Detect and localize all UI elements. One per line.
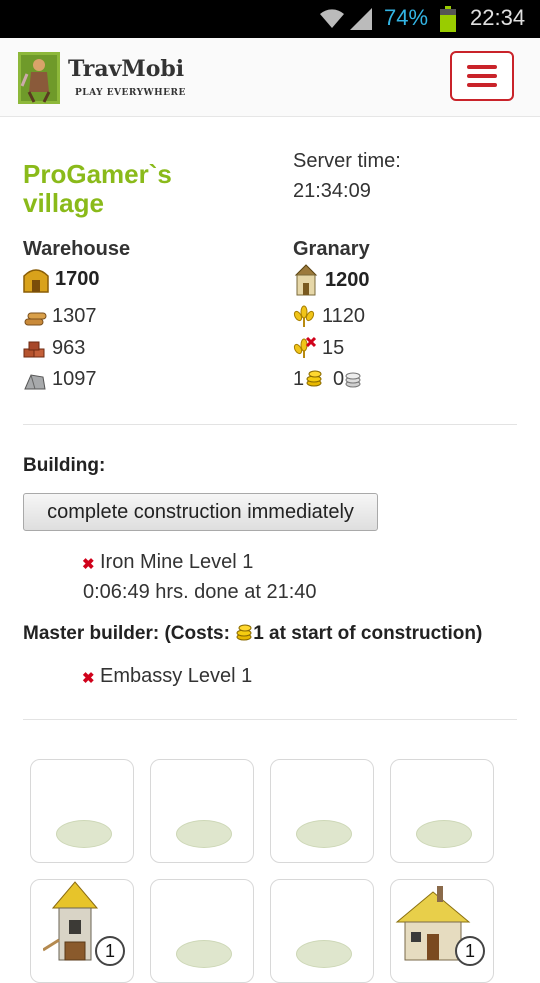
menu-button[interactable] [450,51,514,101]
status-bar: 74% 22:34 [0,0,540,38]
master-builder-label-prefix: Master builder: (Costs: [23,623,236,644]
gold-icon [306,370,322,387]
wood-icon [24,312,47,326]
building-level-badge: 1 [95,936,125,966]
brand-name: TravMobi [68,56,185,82]
warehouse-capacity: 1700 [55,268,100,290]
village-name[interactable]: ProGamer`s village [23,160,243,218]
empty-plot [56,820,112,848]
clay-amount: 963 [52,337,86,359]
building-slot-house[interactable]: 1 [390,879,494,983]
cancel-embassy-icon[interactable]: ✖ [82,669,95,687]
granary-capacity: 1200 [325,269,370,291]
silver-icon [345,372,361,388]
gold-amount: 1 [293,368,305,390]
brand-tagline: PLAY EVERYWHERE [75,88,186,98]
server-time-label: Server time: [293,150,401,172]
travmobi-logo-icon[interactable] [18,52,60,104]
warehouse-icon [23,269,49,293]
wood-amount: 1307 [52,305,97,327]
crop-consumption: 15 [322,337,345,359]
battery-icon [440,6,456,32]
crop-consumption-icon [293,336,316,358]
gold-icon [236,624,252,641]
iron-icon [24,374,46,390]
battery-percent: 74% [384,5,429,30]
building-slot-empty[interactable] [150,879,254,983]
master-builder-label: Master builder: (Costs: 1 at start of co… [23,622,482,645]
empty-plot [296,820,352,848]
queue-item-name: Iron Mine Level 1 [100,551,254,573]
master-builder-label-suffix: 1 at start of construction) [253,623,483,644]
granary-title: Granary [293,238,370,260]
building-slot-empty[interactable] [270,879,374,983]
server-time: 21:34:09 [293,180,371,202]
empty-plot [296,940,352,968]
cancel-iron-mine-icon[interactable]: ✖ [82,555,95,573]
queue-item-time: 0:06:49 hrs. done at 21:40 [83,581,317,603]
granary-icon [294,264,318,296]
building-slot-empty[interactable] [150,759,254,863]
empty-plot [176,940,232,968]
complete-construction-button[interactable]: complete construction immediately [23,493,378,531]
building-level-badge: 1 [455,936,485,966]
divider [23,424,517,425]
building-slot-tower[interactable]: 1 [30,879,134,983]
iron-amount: 1097 [52,368,97,390]
app-header: TravMobi PLAY EVERYWHERE [0,38,540,117]
building-slot-empty[interactable] [30,759,134,863]
divider [23,719,517,720]
warehouse-title: Warehouse [23,238,131,260]
silver-amount: 0 [333,368,345,390]
building-label: Building: [23,455,106,476]
crop-amount: 1120 [322,305,366,327]
master-queue-item-name: Embassy Level 1 [100,665,253,687]
empty-plot [416,820,472,848]
clock: 22:34 [470,5,526,30]
building-slot-empty[interactable] [390,759,494,863]
signal-icon [350,8,372,30]
empty-plot [176,820,232,848]
wifi-icon [320,9,344,28]
building-slot-empty[interactable] [270,759,374,863]
clay-icon [23,341,45,358]
crop-icon [293,305,315,327]
